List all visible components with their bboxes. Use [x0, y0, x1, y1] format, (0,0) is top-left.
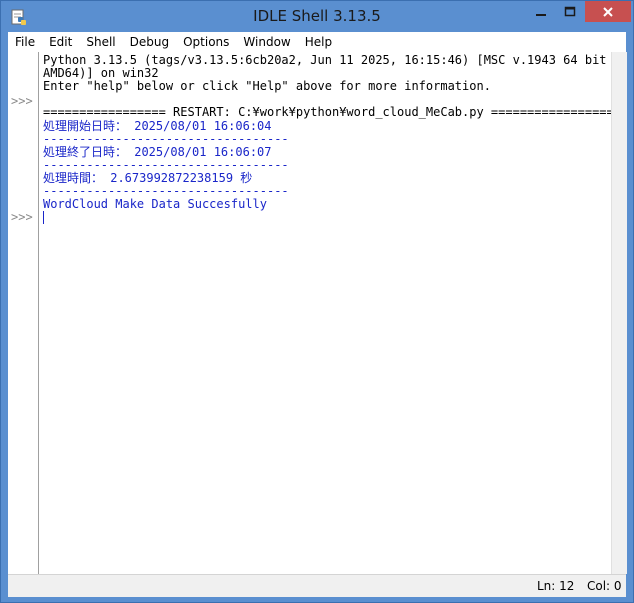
menu-bar: File Edit Shell Debug Options Window Hel… [8, 32, 626, 52]
menu-file[interactable]: File [8, 32, 42, 52]
menu-help[interactable]: Help [298, 32, 339, 52]
menu-window[interactable]: Window [236, 32, 297, 52]
menu-options[interactable]: Options [176, 32, 236, 52]
maximize-icon [564, 6, 576, 16]
banner-line: Enter "help" below or click "Help" above… [43, 79, 491, 93]
title-bar[interactable]: IDLE Shell 3.13.5 [1, 1, 633, 32]
restart-line: ================= RESTART: C:¥work¥pytho… [43, 105, 611, 119]
shell-client-area: >>> >>> Python 3.13.5 (tags/v3.13.5:6cb2… [8, 52, 627, 597]
shell-text-area[interactable]: Python 3.13.5 (tags/v3.13.5:6cb20a2, Jun… [39, 52, 611, 574]
menu-debug[interactable]: Debug [123, 32, 176, 52]
maximize-button[interactable] [556, 1, 584, 22]
status-column-number: Col: 0 [587, 579, 622, 593]
minimize-icon [536, 13, 546, 16]
prompt-sidebar: >>> >>> [8, 52, 39, 574]
shell-prompt: >>> [11, 94, 33, 108]
output-line: WordCloud Make Data Succesfully [43, 197, 267, 211]
close-icon [603, 6, 613, 17]
menu-shell[interactable]: Shell [79, 32, 122, 52]
vertical-scrollbar[interactable] [611, 52, 627, 574]
minimize-button[interactable] [527, 1, 555, 22]
status-line-number: Ln: 12 [537, 579, 575, 593]
idle-shell-window: IDLE Shell 3.13.5 File Edit Shell Debug … [0, 0, 634, 603]
shell-prompt: >>> [11, 210, 33, 224]
close-button[interactable] [585, 1, 631, 22]
menu-edit[interactable]: Edit [42, 32, 79, 52]
status-bar: Ln: 12 Col: 0 [8, 574, 626, 597]
text-cursor [43, 211, 44, 224]
